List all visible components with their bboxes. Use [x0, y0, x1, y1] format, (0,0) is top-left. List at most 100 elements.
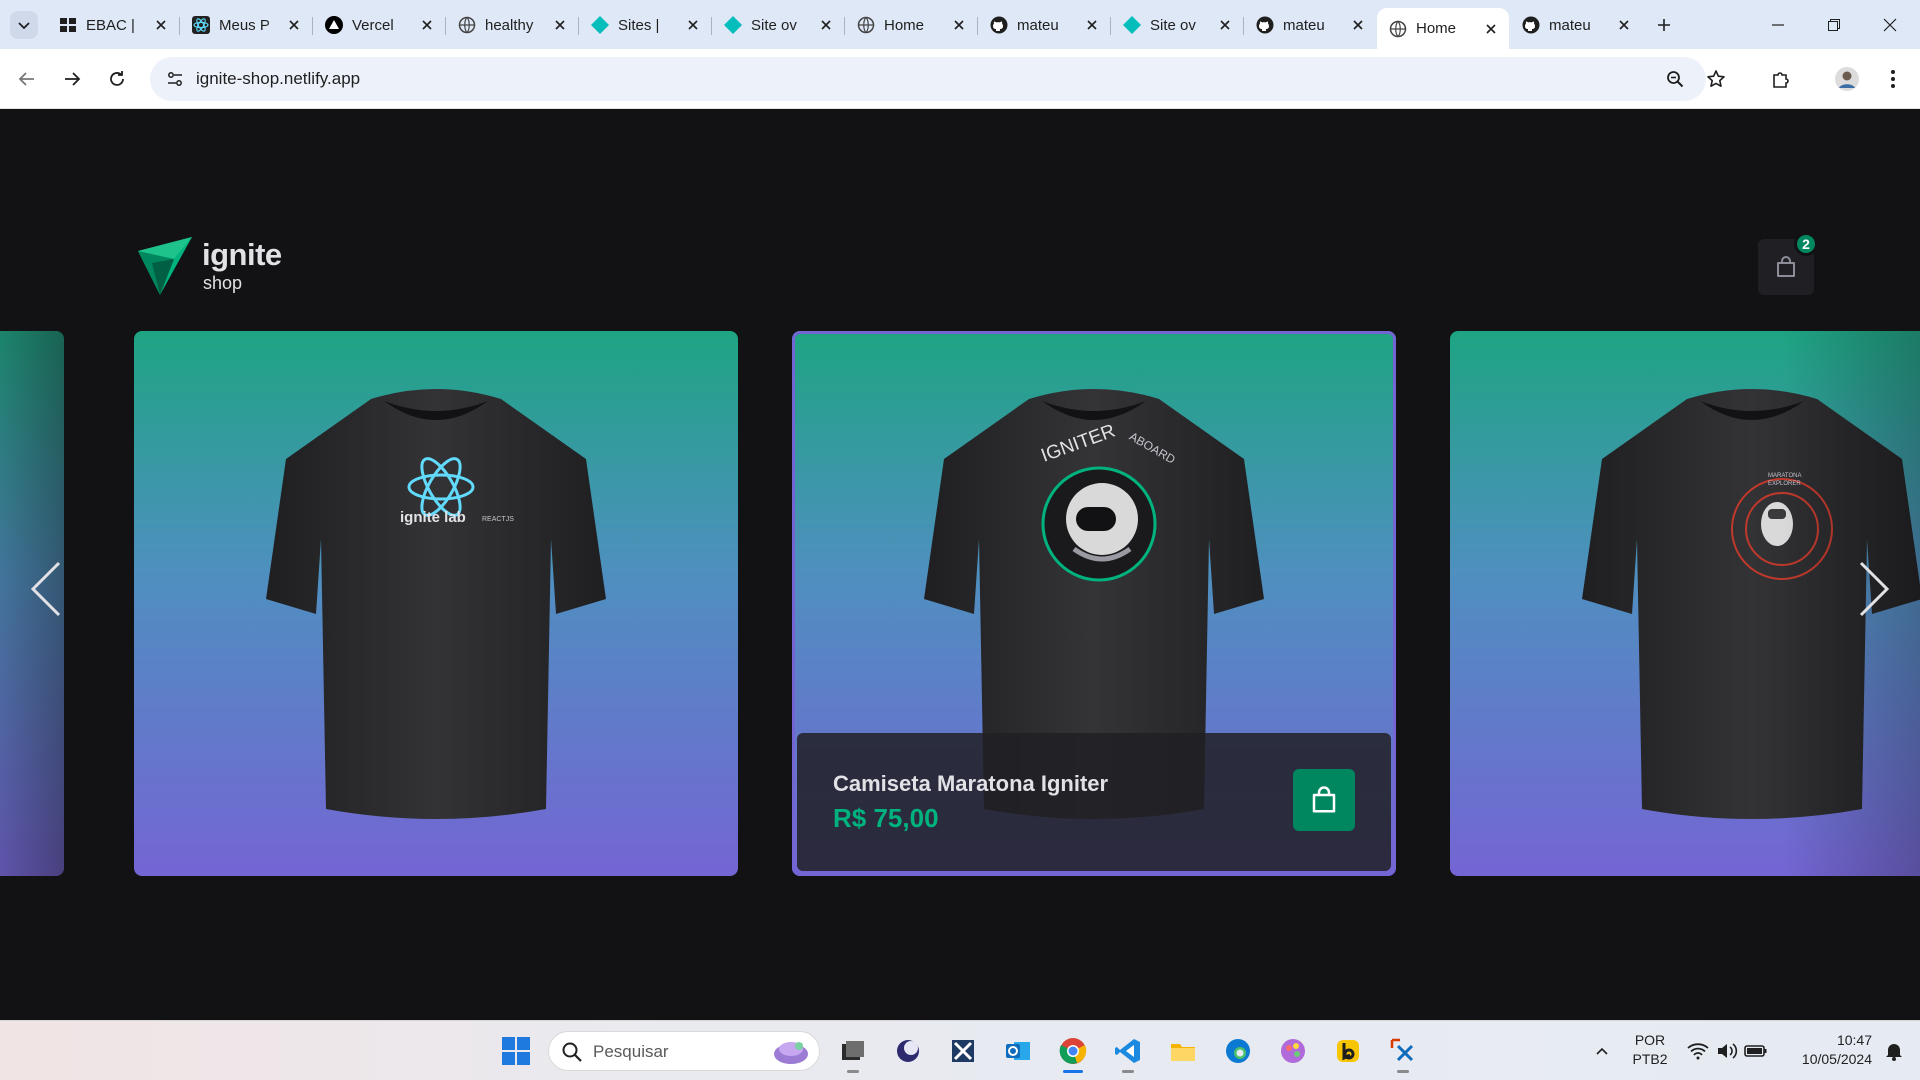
task-view-icon[interactable] [833, 1031, 873, 1073]
tab-title: Home [1416, 20, 1457, 37]
reload-icon [110, 71, 124, 86]
chevron-right-icon [1859, 561, 1890, 617]
tshirt-image: ignite lab REACTJS [266, 389, 606, 819]
logo-subtitle: shop [203, 273, 243, 293]
windows-taskbar: Pesquisar POR PTB2 10:47 10/05/2024 [0, 1020, 1920, 1080]
tab-close-icon[interactable] [419, 17, 435, 33]
browser-tab[interactable]: Vercel [313, 8, 445, 42]
browser-tab[interactable]: mateu [1244, 8, 1376, 42]
github-icon [1256, 16, 1274, 34]
globe-icon [458, 16, 476, 34]
new-tab-button[interactable] [1650, 11, 1678, 39]
arrow-left-icon [18, 72, 34, 86]
tab-title: mateu [1549, 16, 1591, 34]
product-card[interactable]: ignite lab REACTJS [134, 331, 738, 876]
tab-title: Site ov [1150, 16, 1196, 34]
carousel-next-arrow[interactable] [1844, 549, 1904, 629]
close-window-button[interactable] [1862, 0, 1918, 49]
paint-icon[interactable] [1273, 1031, 1313, 1071]
carousel-prev-arrow[interactable] [16, 549, 76, 629]
taskbar-search[interactable]: Pesquisar [548, 1031, 820, 1071]
profile-avatar[interactable] [1831, 63, 1863, 95]
globe-icon [857, 16, 875, 34]
product-info-bar: Camiseta Maratona Igniter R$ 75,00 [797, 733, 1391, 871]
battery-icon[interactable] [1736, 1031, 1776, 1071]
tab-close-icon[interactable] [1084, 17, 1100, 33]
browser-menu-button[interactable] [1877, 63, 1909, 95]
netlify-icon [1123, 16, 1141, 34]
site-info-icon[interactable] [160, 64, 190, 94]
tab-close-icon[interactable] [1350, 17, 1366, 33]
tab-close-icon[interactable] [1483, 21, 1499, 37]
minimize-icon [1772, 23, 1784, 26]
vscode-icon[interactable] [1108, 1031, 1148, 1073]
address-bar[interactable]: ignite-shop.netlify.app [150, 57, 1725, 101]
product-card-hovered[interactable]: IGNITER ABOARD Camiseta Maratona Igniter… [792, 331, 1396, 876]
system-clock[interactable]: 10:47 10/05/2024 [1782, 1031, 1872, 1069]
tab-title: Home [884, 16, 925, 34]
ignite-logo-icon [138, 237, 192, 295]
tab-title: Site ov [751, 16, 797, 34]
tray-expand-icon[interactable] [1582, 1031, 1622, 1071]
browser-tab[interactable]: EBAC | [47, 8, 179, 42]
tab-close-icon[interactable] [951, 17, 967, 33]
browser-tab[interactable]: Home [845, 8, 977, 42]
file-explorer-icon[interactable] [1163, 1031, 1203, 1071]
tab-close-icon[interactable] [153, 17, 169, 33]
notification-bell-icon[interactable] [1874, 1031, 1914, 1071]
browser-tab[interactable]: healthy [446, 8, 578, 42]
lang-line1: POR [1634, 1032, 1666, 1048]
logo-title: ignite [202, 237, 282, 272]
outlook-icon[interactable] [998, 1031, 1038, 1071]
plus-icon [1658, 19, 1670, 31]
clock-time: 10:47 [1836, 1032, 1872, 1048]
minimize-button[interactable] [1750, 0, 1806, 49]
app-icon[interactable] [888, 1031, 928, 1071]
add-to-cart-button[interactable] [1293, 769, 1355, 831]
tab-title: EBAC | [86, 16, 135, 34]
bookmark-star-icon[interactable] [1701, 64, 1731, 94]
tab-title: healthy [485, 16, 534, 34]
url-text[interactable]: ignite-shop.netlify.app [196, 69, 360, 89]
extensions-button[interactable] [1765, 63, 1797, 95]
browser-tab[interactable]: Site ov [712, 8, 844, 42]
ignite-shop-logo[interactable]: ignite shop [134, 235, 294, 295]
snipping-tool-icon[interactable] [1383, 1031, 1423, 1073]
capcut-icon[interactable] [943, 1031, 983, 1071]
reload-button[interactable] [101, 63, 133, 95]
input-language-indicator[interactable]: POR PTB2 [1630, 1031, 1670, 1069]
tab-search-button[interactable] [10, 11, 38, 39]
tab-close-icon[interactable] [818, 17, 834, 33]
arrow-right-icon [65, 72, 81, 86]
windows-start-icon[interactable] [500, 1035, 532, 1067]
tab-close-icon[interactable] [1616, 17, 1632, 33]
bing-icon[interactable] [1328, 1031, 1368, 1071]
forward-button[interactable] [56, 63, 88, 95]
tab-close-icon[interactable] [286, 17, 302, 33]
product-price: R$ 75,00 [833, 803, 939, 833]
browser-tab-active[interactable]: Home [1377, 8, 1509, 49]
browser-toolbar: ignite-shop.netlify.app [0, 49, 1920, 109]
browser-tab[interactable]: Site ov [1111, 8, 1243, 42]
browser-tab[interactable]: mateu [978, 8, 1110, 42]
zoom-icon[interactable] [1660, 64, 1690, 94]
tab-title: Vercel [352, 16, 394, 34]
browser-tab[interactable]: Meus P [180, 8, 312, 42]
tab-title: Meus P [219, 16, 270, 34]
edge-icon[interactable] [1218, 1031, 1258, 1071]
chrome-icon[interactable] [1053, 1031, 1093, 1073]
tab-close-icon[interactable] [685, 17, 701, 33]
back-button[interactable] [11, 63, 43, 95]
search-highlight-icon [774, 1042, 808, 1064]
vercel-icon [325, 16, 343, 34]
tab-close-icon[interactable] [552, 17, 568, 33]
netlify-icon [591, 16, 609, 34]
tab-close-icon[interactable] [1217, 17, 1233, 33]
browser-tab[interactable]: Sites | [579, 8, 711, 42]
taskbar-search-placeholder: Pesquisar [593, 1042, 669, 1061]
print-maratona-text: MARATONA [1768, 473, 1801, 479]
restore-button[interactable] [1806, 0, 1862, 49]
puzzle-icon [1773, 72, 1789, 88]
browser-tab[interactable]: mateu [1510, 8, 1642, 42]
chevron-left-icon [30, 561, 61, 617]
